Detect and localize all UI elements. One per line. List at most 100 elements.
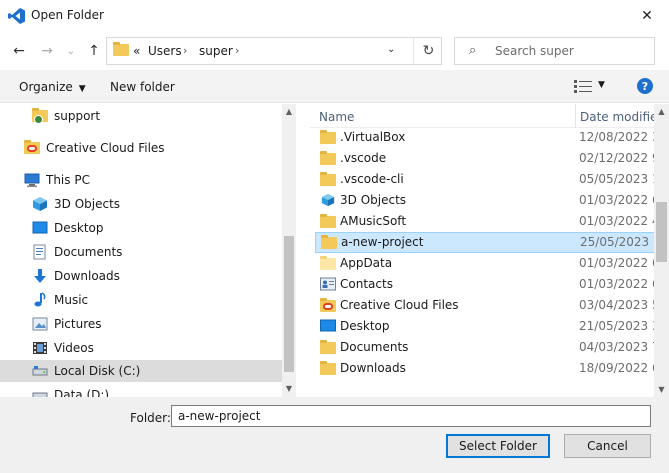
list-item[interactable]: AMusicSoft 01/03/2022 4: <box>310 211 655 232</box>
videos-icon <box>33 342 47 354</box>
organize-label: Organize <box>19 80 73 94</box>
dialog-footer: Folder: a-new-project Select Folder Canc… <box>0 397 669 473</box>
search-placeholder: Search super <box>495 44 574 58</box>
sidebar-item-documents[interactable]: Documents <box>32 241 282 263</box>
list-item[interactable]: Downloads 18/09/2022 6: <box>310 358 655 379</box>
forward-button[interactable]: → <box>36 40 58 62</box>
sidebar-item-label: support <box>54 109 101 123</box>
disk-icon <box>32 392 48 397</box>
list-item[interactable]: .vscode-cli 05/05/2023 12 <box>310 169 655 190</box>
caret-down-icon: ▼ <box>78 84 86 94</box>
file-name: Downloads <box>340 361 406 375</box>
recent-locations-button[interactable]: ⌄ <box>60 40 82 62</box>
file-date: 01/03/2022 6: <box>579 193 655 207</box>
creative-cloud-icon <box>24 140 40 156</box>
file-name: a-new-project <box>341 235 424 249</box>
sidebar-item-desktop[interactable]: Desktop <box>32 217 282 239</box>
sidebar-item-music[interactable]: Music <box>32 289 282 311</box>
file-name: AppData <box>340 256 393 270</box>
creative-cloud-icon <box>320 298 336 312</box>
search-input[interactable]: ⌕ Search super <box>454 37 655 65</box>
scroll-up-arrow-icon[interactable]: ▲ <box>654 104 669 119</box>
list-item[interactable]: .VirtualBox 12/08/2022 3: <box>310 127 655 148</box>
file-date: 04/03/2023 7: <box>579 340 655 354</box>
file-date: 01/03/2022 4: <box>579 214 655 228</box>
list-item[interactable]: Contacts 01/03/2022 6: <box>310 274 655 295</box>
folder-label: Folder: <box>130 411 171 425</box>
sidebar-item-data-d[interactable]: Data (D:) <box>32 384 282 397</box>
scroll-down-arrow-icon[interactable]: ▼ <box>282 381 296 395</box>
folder-icon <box>320 151 336 165</box>
column-header-name[interactable]: Name <box>319 110 354 124</box>
scroll-down-arrow-icon[interactable]: ▼ <box>654 382 669 397</box>
pictures-icon <box>32 317 48 331</box>
desktop-icon <box>320 319 336 332</box>
column-divider[interactable] <box>575 104 576 128</box>
sidebar-item-videos[interactable]: Videos <box>32 337 282 359</box>
column-header-date-modified[interactable]: Date modified <box>580 110 655 124</box>
list-item[interactable]: .vscode 02/12/2022 9: <box>310 148 655 169</box>
view-options-icon[interactable] <box>574 79 592 93</box>
list-item[interactable]: Documents 04/03/2023 7: <box>310 337 655 358</box>
cancel-button[interactable]: Cancel <box>564 434 651 458</box>
up-button[interactable]: ↑ <box>83 40 105 62</box>
file-date: 02/12/2022 9: <box>579 151 655 165</box>
sidebar-item-support[interactable]: support <box>32 105 282 127</box>
scrollbar-thumb[interactable] <box>284 236 294 372</box>
file-date: 25/05/2023 7: <box>580 235 655 249</box>
scrollbar-thumb[interactable] <box>656 202 667 262</box>
view-options-caret-icon[interactable]: ▼ <box>598 80 605 90</box>
file-list-scrollbar[interactable]: ▲ ▼ <box>654 104 669 397</box>
breadcrumb-users[interactable]: Users <box>148 44 182 58</box>
breadcrumb-super[interactable]: super <box>199 44 233 58</box>
sidebar-item-pictures[interactable]: Pictures <box>32 313 282 335</box>
sidebar-item-label: Creative Cloud Files <box>46 141 165 155</box>
file-date: 21/05/2023 3: <box>579 319 655 333</box>
window-title: Open Folder <box>31 8 104 22</box>
breadcrumb-separator[interactable]: › <box>235 44 239 57</box>
list-item[interactable]: Creative Cloud Files 03/04/2023 5: <box>310 295 655 316</box>
sidebar-item-creative-cloud-files[interactable]: Creative Cloud Files <box>24 137 282 159</box>
file-date: 18/09/2022 6: <box>579 361 655 375</box>
command-toolbar: Organize ▼ New folder ▼ ? <box>0 70 669 103</box>
sidebar-item-label: Videos <box>54 341 94 355</box>
music-icon <box>34 292 46 307</box>
folder-light-icon <box>320 256 336 270</box>
search-icon: ⌕ <box>469 43 477 58</box>
list-item-selected[interactable]: a-new-project 25/05/2023 7: <box>315 232 655 253</box>
folder-name-field[interactable]: a-new-project <box>171 405 651 427</box>
help-button[interactable]: ? <box>637 78 653 94</box>
back-button[interactable]: ← <box>8 40 30 62</box>
file-name: 3D Objects <box>340 193 407 207</box>
file-name: .vscode-cli <box>340 172 404 186</box>
sidebar-item-local-disk-c[interactable]: Local Disk (C:) <box>0 360 282 382</box>
breadcrumb-overflow[interactable]: « <box>133 44 140 58</box>
new-folder-button[interactable]: New folder <box>110 80 175 94</box>
title-bar: Open Folder ✕ <box>0 0 669 32</box>
3d-objects-icon <box>33 197 47 211</box>
sidebar-item-3d-objects[interactable]: 3D Objects <box>32 193 282 215</box>
refresh-button[interactable]: ↻ <box>413 38 443 64</box>
scroll-up-arrow-icon[interactable]: ▲ <box>282 104 296 118</box>
select-folder-button[interactable]: Select Folder <box>446 434 550 458</box>
file-name: Creative Cloud Files <box>340 298 459 312</box>
organize-button[interactable]: Organize ▼ <box>19 80 86 94</box>
navigation-pane-scrollbar[interactable]: ▲ ▼ <box>282 104 296 397</box>
list-item[interactable]: AppData 01/03/2022 6: <box>310 253 655 274</box>
file-date: 03/04/2023 5: <box>579 298 655 312</box>
file-date: 05/05/2023 12 <box>579 172 655 186</box>
sidebar-item-this-pc[interactable]: This PC <box>24 169 282 191</box>
sidebar-item-label: Data (D:) <box>54 388 110 397</box>
list-item[interactable]: Desktop 21/05/2023 3: <box>310 316 655 337</box>
address-bar[interactable]: « Users › super › ⌄ ↻ <box>106 37 442 65</box>
sidebar-item-label: Local Disk (C:) <box>54 364 141 378</box>
user-folder-icon <box>32 108 48 124</box>
file-name: .VirtualBox <box>340 130 406 144</box>
list-item[interactable]: 3D Objects 01/03/2022 6: <box>310 190 655 211</box>
sidebar-item-downloads[interactable]: Downloads <box>32 265 282 287</box>
close-button[interactable]: ✕ <box>625 0 669 32</box>
file-name: Desktop <box>340 319 390 333</box>
chevron-down-icon[interactable]: ⌄ <box>387 44 395 55</box>
sidebar-item-label: Documents <box>54 245 123 259</box>
breadcrumb-separator[interactable]: › <box>183 44 187 57</box>
